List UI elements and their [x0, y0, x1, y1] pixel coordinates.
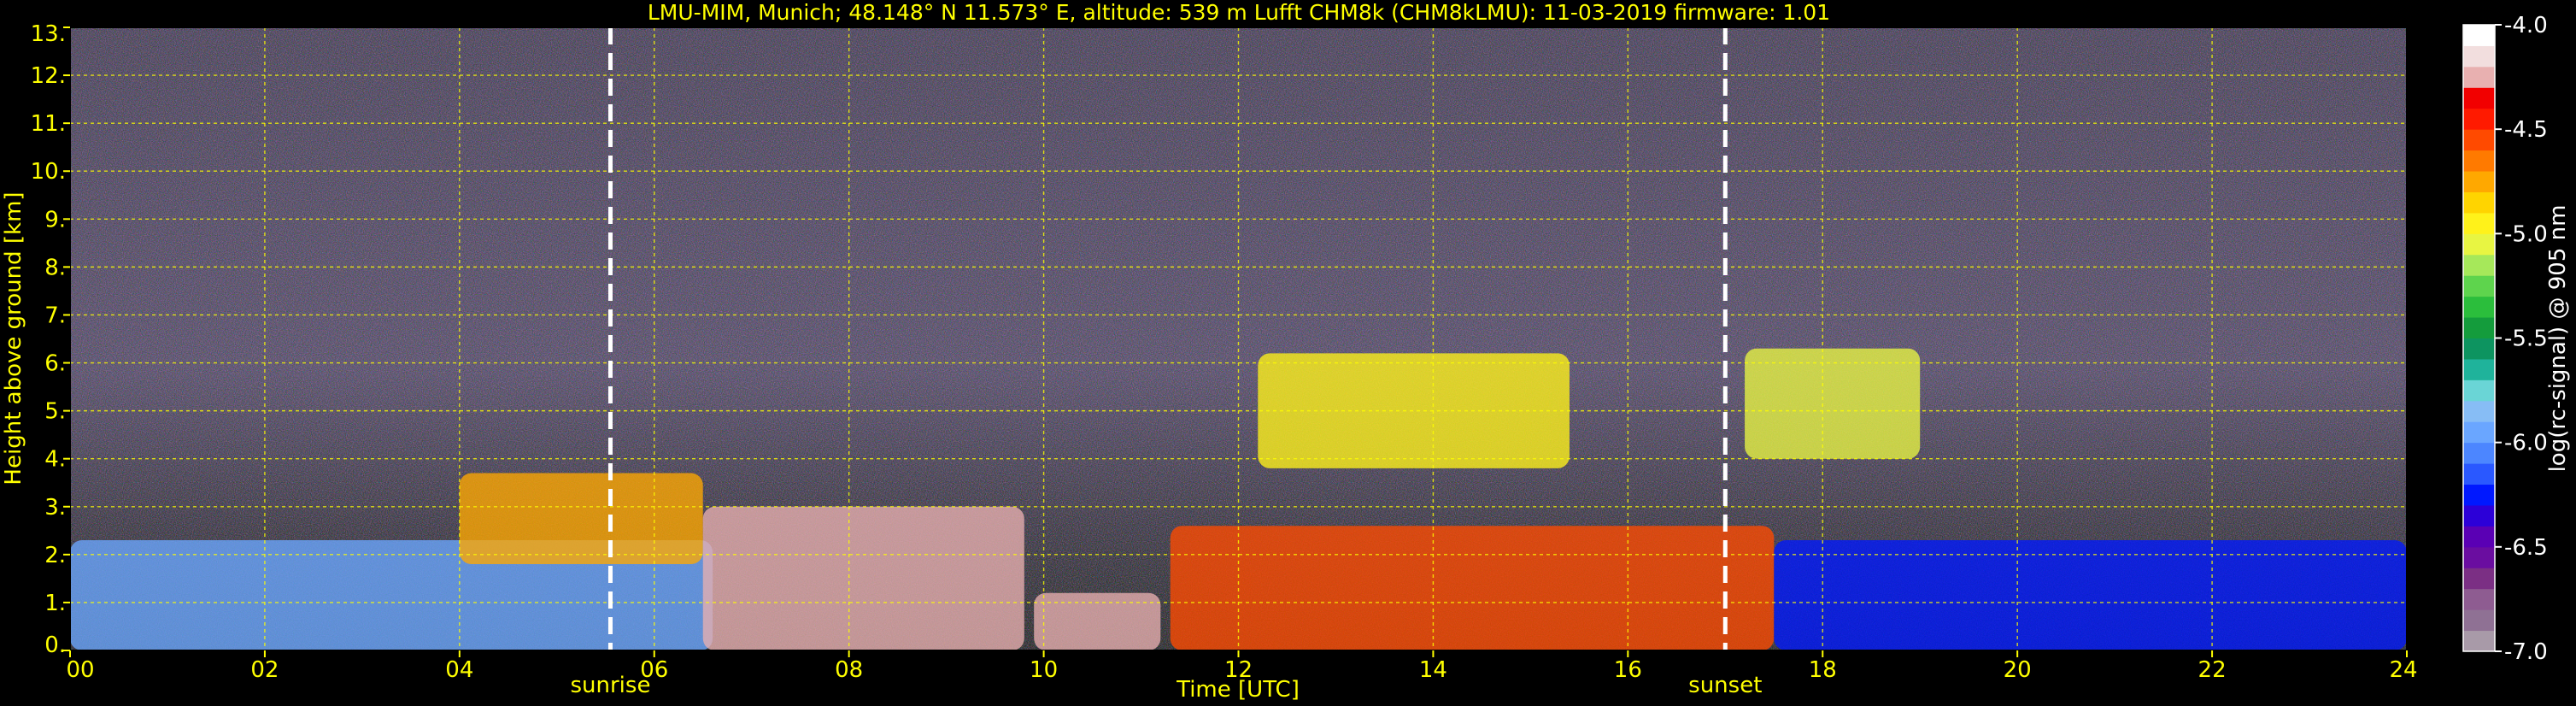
- y-tick-label: 2.: [44, 543, 66, 568]
- y-tick-label: 6.: [44, 351, 66, 377]
- colorbar-swatch: [2463, 212, 2495, 234]
- colorbar-swatch: [2463, 568, 2495, 590]
- y-axis-label: Height above ground [km]: [1, 191, 26, 485]
- colorbar-label: log(rc-signal) @ 905 nm: [2545, 205, 2571, 473]
- colorbar-swatch: [2463, 630, 2495, 652]
- y-tick-label: 1.: [44, 591, 66, 616]
- sunset-label: sunset: [1688, 673, 1762, 698]
- y-tick-label: 12.: [31, 63, 66, 89]
- colorbar-swatch: [2463, 421, 2495, 444]
- signal-feature-2: [702, 506, 1024, 650]
- plot-area: [70, 27, 2407, 650]
- colorbar-tick-label: -4.5: [2504, 117, 2548, 143]
- colorbar-swatch: [2463, 129, 2495, 151]
- signal-feature-1: [459, 473, 703, 565]
- y-tick-label: 9.: [44, 207, 66, 232]
- signal-feature-4: [1258, 353, 1570, 468]
- y-tick-label: 3.: [44, 495, 66, 521]
- signal-feature-3: [1034, 592, 1161, 650]
- colorbar-swatch: [2463, 546, 2495, 568]
- colorbar-swatch: [2463, 338, 2495, 360]
- colorbar-tick-label: -5.0: [2504, 221, 2548, 247]
- y-tick-label: 4.: [44, 447, 66, 473]
- x-tick-label: 04: [445, 657, 473, 683]
- colorbar-swatch: [2463, 526, 2495, 548]
- x-tick-label: 20: [2004, 657, 2032, 683]
- colorbar-swatch: [2463, 87, 2495, 109]
- sunrise-label: sunrise: [570, 673, 650, 698]
- x-tick-label: 16: [1614, 657, 1642, 683]
- colorbar-swatch: [2463, 296, 2495, 318]
- y-tick-label: 13.: [31, 21, 66, 47]
- colorbar-swatch: [2463, 609, 2495, 632]
- colorbar-tick-label: -6.0: [2504, 431, 2548, 456]
- y-tick-label: 8.: [44, 255, 66, 280]
- colorbar-swatch: [2463, 442, 2495, 464]
- colorbar-swatch: [2463, 275, 2495, 297]
- x-tick-label: 10: [1030, 657, 1058, 683]
- colorbar-swatch: [2463, 150, 2495, 172]
- colorbar-tick-label: -5.5: [2504, 327, 2548, 352]
- y-tick-label: 11.: [31, 111, 66, 137]
- y-tick-label: 10.: [31, 159, 66, 185]
- annotation-labels: sunrise sunset: [570, 673, 1762, 698]
- colorbar-swatch: [2463, 588, 2495, 610]
- x-tick-label: 14: [1419, 657, 1447, 683]
- colorbar-swatch: [2463, 504, 2495, 527]
- colorbar-swatch: [2463, 254, 2495, 276]
- x-tick-label: 02: [250, 657, 279, 683]
- colorbar-swatch: [2463, 463, 2495, 485]
- colorbar-swatch: [2463, 191, 2495, 214]
- colorbar-swatch: [2463, 25, 2495, 46]
- colorbar-swatch: [2463, 484, 2495, 506]
- y-tick-label: 0.: [44, 632, 66, 658]
- colorbar-tick-label: -4.0: [2504, 13, 2548, 38]
- ceilometer-figure: LMU-MIM, Munich; 48.148° N 11.573° E, al…: [1, 0, 2571, 703]
- signal-feature-6: [1745, 348, 1921, 459]
- colorbar: -4.0 -4.5 -5.0 -5.5 -6.0 -6.5 -7.0: [2462, 13, 2548, 665]
- colorbar-swatch: [2463, 66, 2495, 88]
- y-axis-ticks: 0. 1. 2. 3. 4. 5. 6. 7. 8. 9. 10. 11. 12. 13.: [31, 21, 70, 658]
- colorbar-swatch: [2463, 358, 2495, 380]
- x-axis-label: Time [UTC]: [1176, 677, 1300, 703]
- colorbar-swatch: [2463, 317, 2495, 338]
- colorbar-swatch: [2463, 108, 2495, 130]
- colorbar-swatch: [2463, 233, 2495, 256]
- chart-title: LMU-MIM, Munich; 48.148° N 11.573° E, al…: [648, 0, 1830, 25]
- x-tick-label: 24: [2389, 657, 2417, 683]
- colorbar-swatch: [2463, 45, 2495, 68]
- colorbar-tick-label: -7.0: [2504, 639, 2548, 665]
- y-tick-label: 7.: [44, 303, 66, 328]
- signal-feature-7: [1774, 540, 2407, 650]
- signal-feature-5: [1170, 526, 1775, 650]
- x-tick-label: 08: [835, 657, 863, 683]
- colorbar-tick-label: -6.5: [2504, 535, 2548, 561]
- x-tick-label: 00: [66, 657, 94, 683]
- x-tick-label: 18: [1809, 657, 1837, 683]
- colorbar-swatch: [2463, 379, 2495, 402]
- colorbar-swatch: [2463, 400, 2495, 422]
- x-tick-label: 22: [2198, 657, 2227, 683]
- colorbar-swatch: [2463, 171, 2495, 192]
- y-tick-label: 5.: [44, 399, 66, 425]
